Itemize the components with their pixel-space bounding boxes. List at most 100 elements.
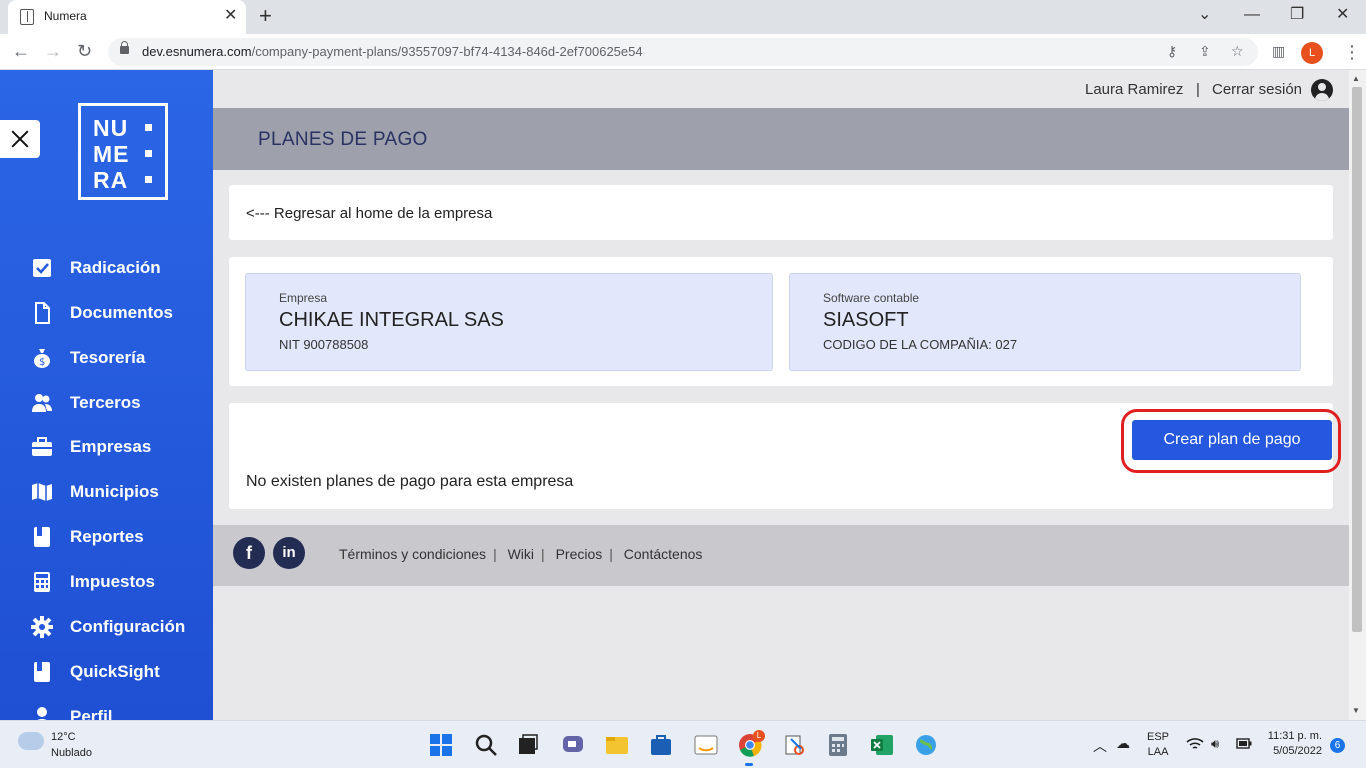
page-title: PLANES DE PAGO bbox=[258, 129, 428, 150]
sidebar-item-reportes[interactable]: Reportes bbox=[0, 517, 213, 557]
battery-icon[interactable] bbox=[1236, 738, 1252, 749]
teams-chat-icon[interactable] bbox=[561, 733, 585, 757]
amazon-icon[interactable] bbox=[694, 733, 718, 757]
close-tab-icon[interactable]: ✕ bbox=[224, 7, 237, 25]
footer-link-contact[interactable]: Contáctenos bbox=[624, 546, 703, 562]
key-icon[interactable]: ⚷ bbox=[1167, 43, 1177, 60]
minimize-icon[interactable]: — bbox=[1244, 4, 1260, 26]
logout-link[interactable]: Cerrar sesión bbox=[1212, 81, 1302, 98]
windows-start-icon[interactable] bbox=[429, 733, 453, 757]
volume-icon[interactable]: 🔊︎ bbox=[1211, 736, 1219, 752]
microsoft-store-icon[interactable] bbox=[649, 733, 673, 757]
url-text[interactable]: dev.esnumera.com/company-payment-plans/9… bbox=[142, 44, 643, 59]
logo-dot bbox=[145, 150, 152, 157]
sidebar-item-tesoreria[interactable]: $ Tesorería bbox=[0, 338, 213, 378]
sidebar-item-label: QuickSight bbox=[70, 662, 160, 681]
forward-icon[interactable]: → bbox=[44, 40, 62, 62]
logo-text: NU ME RA bbox=[93, 115, 130, 193]
sidebar-item-label: Municipios bbox=[70, 482, 159, 501]
numera-logo[interactable]: NU ME RA bbox=[78, 103, 168, 200]
address-bar[interactable]: dev.esnumera.com/company-payment-plans/9… bbox=[108, 38, 1258, 66]
logo-dot bbox=[145, 124, 152, 131]
language-indicator[interactable]: ESP LAA bbox=[1147, 731, 1169, 758]
briefcase-icon bbox=[32, 437, 52, 456]
windows-taskbar: 12°C Nublado L ︿ ☁ ESP LAA 🔊︎ 11:31 p. m.… bbox=[0, 720, 1366, 768]
map-icon bbox=[32, 483, 52, 501]
calculator-icon bbox=[34, 572, 50, 592]
task-view-icon[interactable] bbox=[516, 733, 540, 757]
company-nit: NIT 900788508 bbox=[279, 337, 369, 352]
footer-link-terms[interactable]: Términos y condiciones bbox=[339, 546, 486, 562]
browser-tab-bar: Numera ✕ + ⌄ — ❐ ✕ bbox=[0, 0, 1366, 34]
profile-avatar[interactable]: L bbox=[1301, 42, 1323, 64]
sidebar-item-perfil[interactable]: Perfil bbox=[0, 697, 213, 720]
sidebar-item-municipios[interactable]: Municipios bbox=[0, 472, 213, 512]
browser-tab[interactable]: Numera ✕ bbox=[8, 0, 246, 34]
scrollbar-thumb[interactable] bbox=[1352, 87, 1362, 632]
sidebar-item-label: Reportes bbox=[70, 527, 144, 546]
scroll-up-icon[interactable]: ▲ bbox=[1352, 74, 1360, 83]
sidebar-item-label: Tesorería bbox=[70, 348, 146, 367]
weather-description[interactable]: Nublado bbox=[51, 747, 92, 759]
footer-links: Términos y condiciones | Wiki | Precios | C… bbox=[334, 546, 707, 562]
user-bar: Laura Ramirez | Cerrar sesión bbox=[213, 70, 1349, 108]
money-bag-icon: $ bbox=[34, 349, 50, 368]
document-icon bbox=[35, 302, 50, 324]
footer-link-prices[interactable]: Precios bbox=[556, 546, 603, 562]
linkedin-icon[interactable]: in bbox=[273, 537, 305, 569]
snipping-tool-icon[interactable] bbox=[783, 733, 807, 757]
facebook-icon[interactable]: f bbox=[233, 537, 265, 569]
search-icon[interactable] bbox=[474, 733, 498, 757]
company-box: Empresa CHIKAE INTEGRAL SAS NIT 90078850… bbox=[245, 273, 773, 371]
empty-state-message: No existen planes de pago para esta empr… bbox=[246, 473, 574, 490]
sidebar-item-label: Empresas bbox=[70, 437, 152, 456]
bookmark-star-icon[interactable]: ☆ bbox=[1231, 43, 1244, 60]
excel-icon[interactable] bbox=[870, 733, 894, 757]
back-icon[interactable]: ← bbox=[12, 40, 30, 62]
user-account-icon[interactable] bbox=[1311, 79, 1333, 101]
logo-dot bbox=[145, 176, 152, 183]
tab-search-icon[interactable]: ⌄ bbox=[1198, 4, 1211, 26]
create-payment-plan-button[interactable]: Crear plan de pago bbox=[1132, 420, 1332, 460]
sidebar-item-radicacion[interactable]: Radicación bbox=[0, 248, 213, 288]
side-panel-icon[interactable]: ▥ bbox=[1272, 43, 1285, 60]
sidebar-item-configuracion[interactable]: Configuración bbox=[0, 607, 213, 647]
footer-separator: | bbox=[609, 546, 613, 562]
clock[interactable]: 11:31 p. m. 5/05/2022 bbox=[1262, 730, 1322, 757]
sidebar-item-empresas[interactable]: Empresas bbox=[0, 427, 213, 467]
restore-icon[interactable]: ❐ bbox=[1290, 4, 1304, 26]
browser-menu-icon[interactable]: ⋮ bbox=[1343, 41, 1361, 63]
scroll-down-icon[interactable]: ▼ bbox=[1352, 706, 1360, 715]
cloud-icon[interactable] bbox=[18, 732, 44, 750]
calculator-app-icon[interactable] bbox=[826, 733, 850, 757]
svg-text:$: $ bbox=[39, 357, 45, 368]
software-box: Software contable SIASOFT CODIGO DE LA C… bbox=[789, 273, 1301, 371]
share-icon[interactable]: ⇪ bbox=[1199, 43, 1211, 60]
maps-app-icon[interactable] bbox=[914, 733, 938, 757]
footer-separator: | bbox=[493, 546, 497, 562]
weather-temperature[interactable]: 12°C bbox=[51, 731, 76, 743]
lock-icon[interactable] bbox=[120, 41, 129, 54]
wifi-icon[interactable] bbox=[1186, 737, 1204, 751]
back-to-company-link[interactable]: <--- Regresar al home de la empresa bbox=[246, 205, 492, 222]
company-caption: Empresa bbox=[279, 291, 328, 305]
onedrive-cloud-icon[interactable]: ☁ bbox=[1116, 735, 1130, 752]
sidebar-item-documentos[interactable]: Documentos bbox=[0, 293, 213, 333]
sidebar-item-label: Impuestos bbox=[70, 572, 156, 591]
new-tab-icon[interactable]: + bbox=[259, 4, 272, 28]
company-info-card: Empresa CHIKAE INTEGRAL SAS NIT 90078850… bbox=[229, 257, 1333, 386]
sidebar-item-impuestos[interactable]: Impuestos bbox=[0, 562, 213, 602]
notification-badge[interactable]: 6 bbox=[1330, 738, 1345, 753]
software-caption: Software contable bbox=[823, 291, 920, 305]
file-explorer-icon[interactable] bbox=[605, 733, 629, 757]
sidebar-item-label: Radicación bbox=[70, 258, 161, 277]
chrome-profile-badge: L bbox=[753, 730, 765, 742]
close-sidebar-button[interactable] bbox=[0, 120, 40, 158]
sidebar-item-quicksight[interactable]: QuickSight bbox=[0, 652, 213, 692]
sidebar-item-terceros[interactable]: Terceros bbox=[0, 383, 213, 423]
reload-icon[interactable]: ↻ bbox=[77, 40, 92, 62]
footer-link-wiki[interactable]: Wiki bbox=[508, 546, 534, 562]
show-hidden-icons-icon[interactable]: ︿ bbox=[1093, 736, 1107, 756]
close-window-icon[interactable]: ✕ bbox=[1336, 4, 1349, 26]
sidebar-item-label: Documentos bbox=[70, 303, 173, 322]
